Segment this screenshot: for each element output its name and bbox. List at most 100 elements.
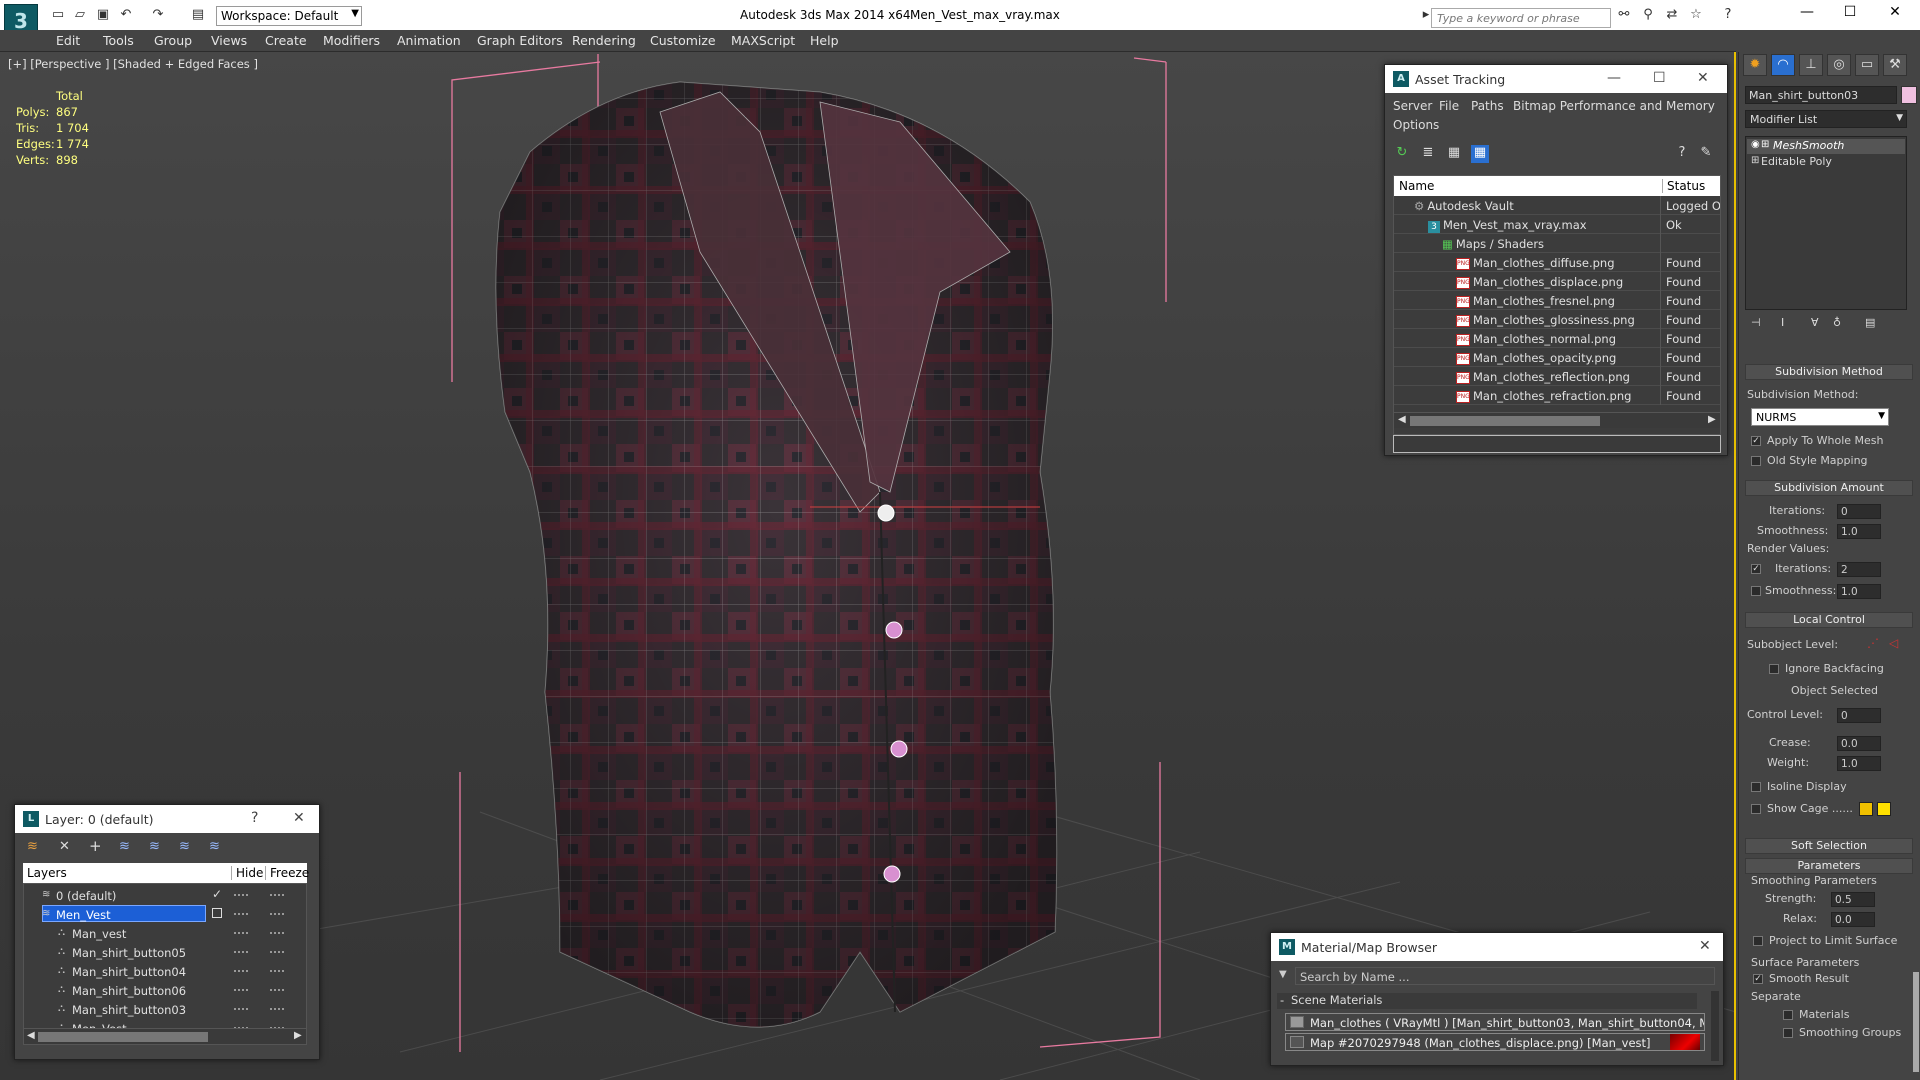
render-iterations-checkbox[interactable]: ✓ <box>1751 564 1761 574</box>
menu-maxscript[interactable]: MAXScript <box>731 33 795 48</box>
new-file-icon[interactable]: ▭ <box>50 7 66 23</box>
column-layers[interactable]: Layers <box>27 866 67 880</box>
delete-layer-icon[interactable]: ✕ <box>59 839 70 854</box>
hide-toggle[interactable] <box>234 913 248 915</box>
layer-row[interactable]: ⛬ Man_shirt_button05 <box>24 943 306 962</box>
freeze-all-icon[interactable]: ≋ <box>209 839 220 854</box>
at-menu-server[interactable]: Server <box>1393 99 1432 113</box>
minimize-icon[interactable]: — <box>1784 4 1830 26</box>
menu-group[interactable]: Group <box>154 33 192 48</box>
show-end-result-icon[interactable]: Ⅰ <box>1781 316 1784 329</box>
make-unique-icon[interactable]: ∀ <box>1811 316 1819 329</box>
object-name-field[interactable]: Man_shirt_button03 <box>1745 86 1897 104</box>
material-search-input[interactable]: Search by Name ... <box>1295 967 1715 985</box>
asset-row[interactable]: PNG Man_clothes_fresnel.png Found <box>1394 291 1720 310</box>
open-file-icon[interactable]: ▱ <box>72 7 88 23</box>
asset-row[interactable]: PNG Man_clothes_displace.png Found <box>1394 272 1720 291</box>
object-color-swatch[interactable] <box>1901 86 1917 104</box>
freeze-toggle[interactable] <box>270 932 284 934</box>
modifier-list-dropdown[interactable]: Modifier List ▼ <box>1745 110 1907 128</box>
vertical-scrollbar[interactable] <box>1711 991 1719 1061</box>
remove-modifier-icon[interactable]: ♁ <box>1833 316 1841 329</box>
menu-animation[interactable]: Animation <box>397 33 461 48</box>
minimize-icon[interactable]: — <box>1607 70 1621 86</box>
menu-customize[interactable]: Customize <box>650 33 716 48</box>
asset-row[interactable]: ▦ Maps / Shaders <box>1394 234 1720 253</box>
current-layer-check-icon[interactable]: ✓ <box>212 887 222 901</box>
close-icon[interactable]: ✕ <box>1699 938 1711 954</box>
freeze-toggle[interactable] <box>270 989 284 991</box>
scrollbar-thumb[interactable] <box>38 1032 208 1042</box>
weight-spinner[interactable]: 1.0 <box>1837 756 1881 771</box>
binoculars-icon[interactable]: ⚯ <box>1616 7 1632 23</box>
old-style-mapping-checkbox[interactable] <box>1751 456 1761 466</box>
search-input[interactable]: Type a keyword or phrase <box>1431 8 1611 28</box>
expand-icon[interactable]: ⊞ <box>1751 155 1759 166</box>
asset-row[interactable]: 3 Men_Vest_max_vray.max Ok <box>1394 215 1720 234</box>
freeze-toggle[interactable] <box>270 970 284 972</box>
help-icon[interactable]: ? <box>1673 145 1691 163</box>
at-menu-paths[interactable]: Paths <box>1471 99 1504 113</box>
vertex-subobject-icon[interactable]: ⋰ <box>1867 636 1879 650</box>
horizontal-scrollbar[interactable]: ◀ ▶ <box>1394 412 1720 428</box>
menu-views[interactable]: Views <box>211 33 247 48</box>
menu-rendering[interactable]: Rendering <box>572 33 636 48</box>
redo-icon[interactable]: ↷ <box>150 7 166 23</box>
asset-row[interactable]: ⚙Autodesk Vault Logged Ou <box>1394 196 1720 215</box>
iterations-spinner[interactable]: 0 <box>1837 504 1881 519</box>
rollout-local-control[interactable]: Local Control <box>1745 612 1913 628</box>
crease-spinner[interactable]: 0.0 <box>1837 736 1881 751</box>
strength-spinner[interactable]: 0.5 <box>1831 892 1875 907</box>
asset-row[interactable]: PNG Man_clothes_diffuse.png Found <box>1394 253 1720 272</box>
render-smoothness-spinner[interactable]: 1.0 <box>1837 584 1881 599</box>
menu-graph-editors[interactable]: Graph Editors <box>477 33 563 48</box>
set-current-box-icon[interactable] <box>212 908 222 918</box>
close-icon[interactable]: ✕ <box>293 810 305 826</box>
hide-toggle[interactable] <box>234 932 248 934</box>
menu-help[interactable]: Help <box>810 33 839 48</box>
menu-create[interactable]: Create <box>265 33 307 48</box>
control-level-spinner[interactable]: 0 <box>1837 708 1881 723</box>
freeze-toggle[interactable] <box>270 894 284 896</box>
layer-row[interactable]: ≋ Men_Vest <box>24 905 306 924</box>
configure-sets-icon[interactable]: ▤ <box>1865 316 1875 329</box>
asset-row[interactable]: PNG Man_clothes_opacity.png Found <box>1394 348 1720 367</box>
smooth-result-checkbox[interactable]: ✓ <box>1753 974 1763 984</box>
menu-modifiers[interactable]: Modifiers <box>323 33 380 48</box>
cage-color-swatch[interactable] <box>1859 802 1873 816</box>
render-iterations-spinner[interactable]: 2 <box>1837 562 1881 577</box>
subdivision-method-dropdown[interactable]: NURMS ▼ <box>1751 408 1889 426</box>
stack-item-editable-poly[interactable]: ⊞ Editable Poly <box>1747 155 1905 170</box>
freeze-toggle[interactable] <box>270 913 284 915</box>
close-icon[interactable]: ✕ <box>1697 70 1709 86</box>
freeze-toggle[interactable] <box>270 1008 284 1010</box>
hide-toggle[interactable] <box>234 951 248 953</box>
rollout-subdivision-amount[interactable]: Subdivision Amount <box>1745 480 1913 496</box>
help-icon[interactable]: ? <box>1720 7 1736 23</box>
at-menu-file[interactable]: File <box>1439 99 1459 113</box>
column-name[interactable]: Name <box>1399 179 1434 193</box>
asset-path-field[interactable] <box>1393 435 1721 453</box>
layer-row[interactable]: ⛬ Man_shirt_button04 <box>24 962 306 981</box>
edge-subobject-icon[interactable]: ◁ <box>1889 636 1898 650</box>
browser-options-icon[interactable]: ▼ <box>1279 969 1287 980</box>
asset-row[interactable]: PNG Man_clothes_normal.png Found <box>1394 329 1720 348</box>
display-tab-icon[interactable]: ▭ <box>1855 54 1879 76</box>
isoline-display-checkbox[interactable] <box>1751 782 1761 792</box>
panel-scrollbar[interactable] <box>1913 972 1919 1072</box>
freeze-toggle[interactable] <box>270 951 284 953</box>
scroll-right-icon[interactable]: ▶ <box>294 1030 302 1041</box>
show-cage-checkbox[interactable] <box>1751 804 1761 814</box>
material-browser-titlebar[interactable]: M Material/Map Browser ✕ <box>1271 933 1723 961</box>
lightbulb-icon[interactable]: ◉ <box>1751 139 1760 150</box>
scroll-right-icon[interactable]: ▶ <box>1708 414 1716 425</box>
modify-tab-icon[interactable]: ◠ <box>1771 54 1795 76</box>
scroll-left-icon[interactable]: ◀ <box>27 1030 35 1041</box>
layer-row[interactable]: ⛬ Man_shirt_button06 <box>24 981 306 1000</box>
menu-edit[interactable]: Edit <box>56 33 80 48</box>
project-folder-icon[interactable]: ▤ <box>190 7 206 23</box>
map-item[interactable]: Map #2070297948 (Man_clothes_displace.pn… <box>1285 1033 1705 1051</box>
settings-icon[interactable]: ✎ <box>1697 145 1715 163</box>
close-icon[interactable]: ✕ <box>1872 4 1918 26</box>
favorites-star-icon[interactable]: ☆ <box>1688 7 1704 23</box>
